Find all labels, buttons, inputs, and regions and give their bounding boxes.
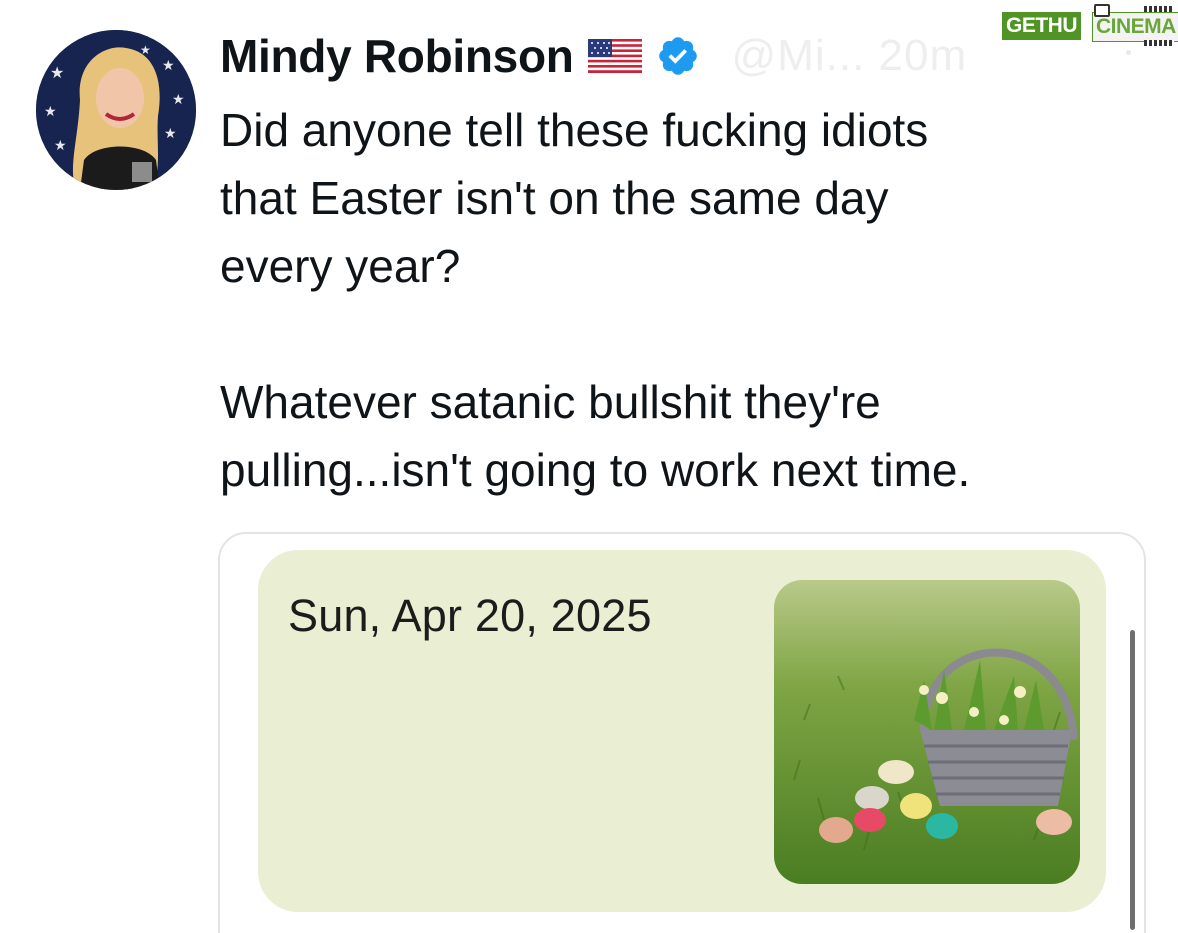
svg-text:★: ★ bbox=[162, 58, 175, 74]
handle-and-time: @Mi... 20m bbox=[731, 31, 968, 80]
svg-text:★: ★ bbox=[54, 138, 67, 154]
tweet-line: pulling...isn't going to work next time. bbox=[220, 444, 971, 496]
svg-text:★: ★ bbox=[172, 92, 185, 108]
display-name[interactable]: Mindy Robinson bbox=[220, 29, 574, 83]
svg-text:★: ★ bbox=[50, 63, 64, 82]
film-strip-icon bbox=[1144, 6, 1174, 12]
avatar-image: ★ ★ ★ ★ ★ ★ ★ bbox=[36, 30, 196, 190]
tweet-screenshot: ★ ★ ★ ★ ★ ★ ★ Mindy Robinson @Mi... 20m … bbox=[0, 0, 1178, 933]
svg-text:★: ★ bbox=[44, 104, 57, 120]
media-card[interactable]: Sun, Apr 20, 2025 bbox=[218, 532, 1146, 933]
tweet-line: every year? bbox=[220, 240, 461, 292]
tweet-line: that Easter isn't on the same day bbox=[220, 172, 889, 224]
us-flag-icon bbox=[587, 39, 642, 73]
tweet-header: Mindy Robinson @Mi... 20m bbox=[220, 26, 967, 86]
scrollbar[interactable] bbox=[1130, 630, 1135, 930]
easter-basket-photo bbox=[774, 580, 1080, 884]
tweet-line: Did anyone tell these fucking idiots bbox=[220, 104, 929, 156]
more-options-icon[interactable] bbox=[1126, 50, 1131, 55]
watermark-left-text: GETHU bbox=[1002, 12, 1081, 40]
easter-date: Sun, Apr 20, 2025 bbox=[288, 590, 652, 641]
film-strip-icon bbox=[1144, 40, 1174, 46]
watermark-logo: GETHU CINEMA bbox=[1002, 4, 1178, 46]
avatar[interactable]: ★ ★ ★ ★ ★ ★ ★ bbox=[36, 30, 196, 190]
svg-text:★: ★ bbox=[164, 126, 177, 142]
verified-badge-icon[interactable] bbox=[656, 34, 700, 78]
tweet-line: Whatever satanic bullshit they're bbox=[220, 376, 881, 428]
tweet-text: Did anyone tell these fucking idiots tha… bbox=[220, 96, 1120, 504]
camera-icon bbox=[1094, 4, 1110, 17]
date-widget: Sun, Apr 20, 2025 bbox=[258, 550, 1106, 912]
